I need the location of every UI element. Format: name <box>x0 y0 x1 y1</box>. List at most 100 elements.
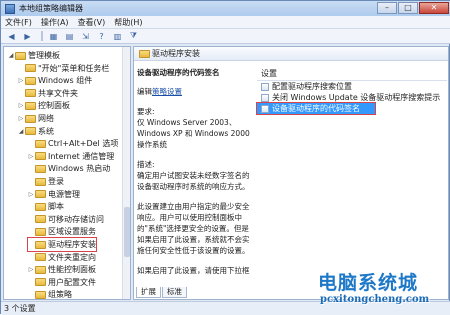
description-panel: 设备驱动程序的代码签名 编辑策略设置 要求: 仅 Windows Server … <box>137 67 253 285</box>
folder-icon <box>35 139 46 148</box>
description-text: 确定用户试图安装未经数字签名的设备驱动程序时系统的响应方式。 <box>137 171 250 191</box>
expand-toggle-icon[interactable]: ▷ <box>28 191 34 198</box>
folder-icon <box>35 177 46 186</box>
view-tabs: 扩展 标准 <box>136 287 188 298</box>
help-icon[interactable]: ? <box>95 31 108 42</box>
tree-item[interactable]: ▷ 网络 <box>18 112 54 125</box>
tree-item[interactable]: "开始"菜单和任务栏 <box>18 62 109 75</box>
folder-icon <box>35 227 46 236</box>
tree-item[interactable]: 脚本 <box>28 200 64 213</box>
menu-view[interactable]: 查看(V) <box>78 17 106 28</box>
show-pane-icon[interactable]: ▥ <box>111 31 124 42</box>
folder-icon <box>25 89 36 98</box>
folder-icon <box>139 49 150 58</box>
expand-toggle-icon[interactable]: ◢ <box>18 128 24 135</box>
tree-item-label: 管理模板 <box>28 51 60 60</box>
tree-item[interactable]: 用户配置文件 <box>28 276 96 289</box>
expand-toggle-icon[interactable]: ▷ <box>28 153 34 160</box>
tree-item-label: 组策略 <box>48 290 72 300</box>
tree-item[interactable]: ▷ 控制面板 <box>18 99 70 112</box>
toolbar: ◀ ▶ ▦ ▤ ⇲ ? ▥ ⧩ <box>1 29 450 44</box>
menu-action[interactable]: 操作(A) <box>41 17 69 28</box>
tree-item-selected[interactable]: 驱动程序安装 <box>27 237 97 252</box>
setting-item[interactable]: 配置驱动程序搜索位置 <box>257 81 447 92</box>
close-button[interactable]: ✕ <box>419 2 449 14</box>
menu-file[interactable]: 文件(F) <box>5 17 32 28</box>
tree-item[interactable]: ▷ Internet 通信管理 <box>28 150 115 163</box>
policy-title: 设备驱动程序的代码签名 <box>137 68 220 77</box>
setting-label: 关闭 Windows Update 设备驱动程序搜索提示 <box>272 93 441 102</box>
expand-toggle-icon[interactable]: ▷ <box>18 102 24 109</box>
tree-item[interactable]: 区域设置服务 <box>28 225 96 238</box>
forward-icon[interactable]: ▶ <box>21 31 34 42</box>
expand-toggle-icon[interactable]: ▷ <box>18 77 24 84</box>
tree-item[interactable]: 组策略 <box>28 288 72 300</box>
properties-icon[interactable]: ▤ <box>63 31 76 42</box>
tree-item[interactable]: 文件夹重定向 <box>28 251 96 264</box>
menu-help[interactable]: 帮助(H) <box>114 17 142 28</box>
menu-bar: 文件(F) 操作(A) 查看(V) 帮助(H) <box>1 16 450 29</box>
navigation-tree[interactable]: ◢ 管理模板 "开始"菜单和任务栏 ▷ Windows 组件 共享文件夹 ▷ 控制面板 ▷ 网络 ◢… <box>3 46 131 300</box>
tree-item[interactable]: ▷ 性能控制面板 <box>28 263 96 276</box>
export-list-icon[interactable]: ⇲ <box>79 31 92 42</box>
edit-prefix: 编辑 <box>137 87 152 96</box>
tree-item[interactable]: Windows 热启动 <box>28 162 110 175</box>
requirements-text: 仅 Windows Server 2003、Windows XP 和 Windo… <box>137 118 250 149</box>
settings-column-header[interactable]: 设置 <box>257 67 447 81</box>
watermark-logo: 电脑系统城 pcxitongcheng.com <box>318 268 450 314</box>
tree-scrollbar-thumb[interactable] <box>124 207 130 257</box>
folder-icon <box>25 76 36 85</box>
folder-icon <box>35 240 46 249</box>
content-pane: 驱动程序安装 设备驱动程序的代码签名 编辑策略设置 要求: 仅 Windows … <box>133 46 449 300</box>
folder-icon <box>35 164 46 173</box>
show-tree-icon[interactable]: ▦ <box>47 31 60 42</box>
tree-item-label: 网络 <box>38 114 54 123</box>
tree-item-label: Internet 通信管理 <box>48 151 115 161</box>
maximize-button[interactable]: □ <box>398 2 418 14</box>
setting-label: 设备驱动程序的代码签名 <box>272 104 360 113</box>
tree-item-label: "开始"菜单和任务栏 <box>38 63 110 73</box>
tree-item-label: 用户配置文件 <box>48 277 96 287</box>
folder-icon <box>35 202 46 211</box>
folder-icon <box>35 152 46 161</box>
description-tail: 如果启用了此设置，请使用下拉框 <box>137 266 250 275</box>
tree-item[interactable]: ▷ Windows 组件 <box>18 74 93 87</box>
tree-item[interactable]: ◢ 系统 <box>18 125 54 138</box>
filter-icon[interactable]: ⧩ <box>127 31 140 42</box>
folder-icon <box>25 64 36 73</box>
edit-policy-link[interactable]: 策略设置 <box>152 87 182 96</box>
minimize-button[interactable]: – <box>377 2 397 14</box>
expand-toggle-icon[interactable]: ▷ <box>18 115 24 122</box>
tree-item-label: 文件夹重定向 <box>48 252 96 262</box>
tree-item[interactable]: Ctrl+Alt+Del 选项 <box>28 137 118 150</box>
status-text: 3 个设置 <box>4 304 36 313</box>
expand-toggle-icon[interactable]: ◢ <box>8 52 14 59</box>
setting-item[interactable]: 关闭 Windows Update 设备驱动程序搜索提示 <box>257 92 447 103</box>
toolbar-separator <box>41 31 43 41</box>
setting-label: 配置驱动程序搜索位置 <box>272 82 352 91</box>
watermark-url: pcxitongcheng.com <box>320 294 430 305</box>
tree-item-label: 控制面板 <box>38 101 70 111</box>
requirements: 要求: 仅 Windows Server 2003、Windows XP 和 W… <box>137 106 253 150</box>
tree-item[interactable]: 登录 <box>28 175 64 188</box>
back-icon[interactable]: ◀ <box>5 31 18 42</box>
edit-policy-line: 编辑策略设置 <box>137 86 253 97</box>
setting-item-selected[interactable]: 设备驱动程序的代码签名 <box>256 102 376 115</box>
tree-item-label: Ctrl+Alt+Del 选项 <box>48 139 119 149</box>
folder-icon <box>35 278 46 287</box>
tab-standard[interactable]: 标准 <box>162 287 187 298</box>
tree-item-label: 系统 <box>38 126 54 136</box>
policy-icon <box>261 82 269 91</box>
tree-item[interactable]: ◢ 管理模板 <box>8 49 60 62</box>
tree-item[interactable]: 共享文件夹 <box>18 87 78 100</box>
tree-item-label: 脚本 <box>48 202 64 212</box>
tree-item[interactable]: ▷ 电源管理 <box>28 188 80 201</box>
description: 描述: 确定用户试图安装未经数字签名的设备驱动程序时系统的响应方式。 <box>137 159 253 192</box>
tree-scrollbar[interactable] <box>122 47 130 299</box>
folder-icon <box>35 265 46 274</box>
expand-toggle-icon[interactable]: ▷ <box>28 266 34 273</box>
tab-extended[interactable]: 扩展 <box>136 287 161 298</box>
content-header-title: 驱动程序安装 <box>152 49 200 58</box>
tree-item-label: 驱动程序安装 <box>48 240 96 249</box>
tree-item[interactable]: 可移动存储访问 <box>28 213 104 226</box>
